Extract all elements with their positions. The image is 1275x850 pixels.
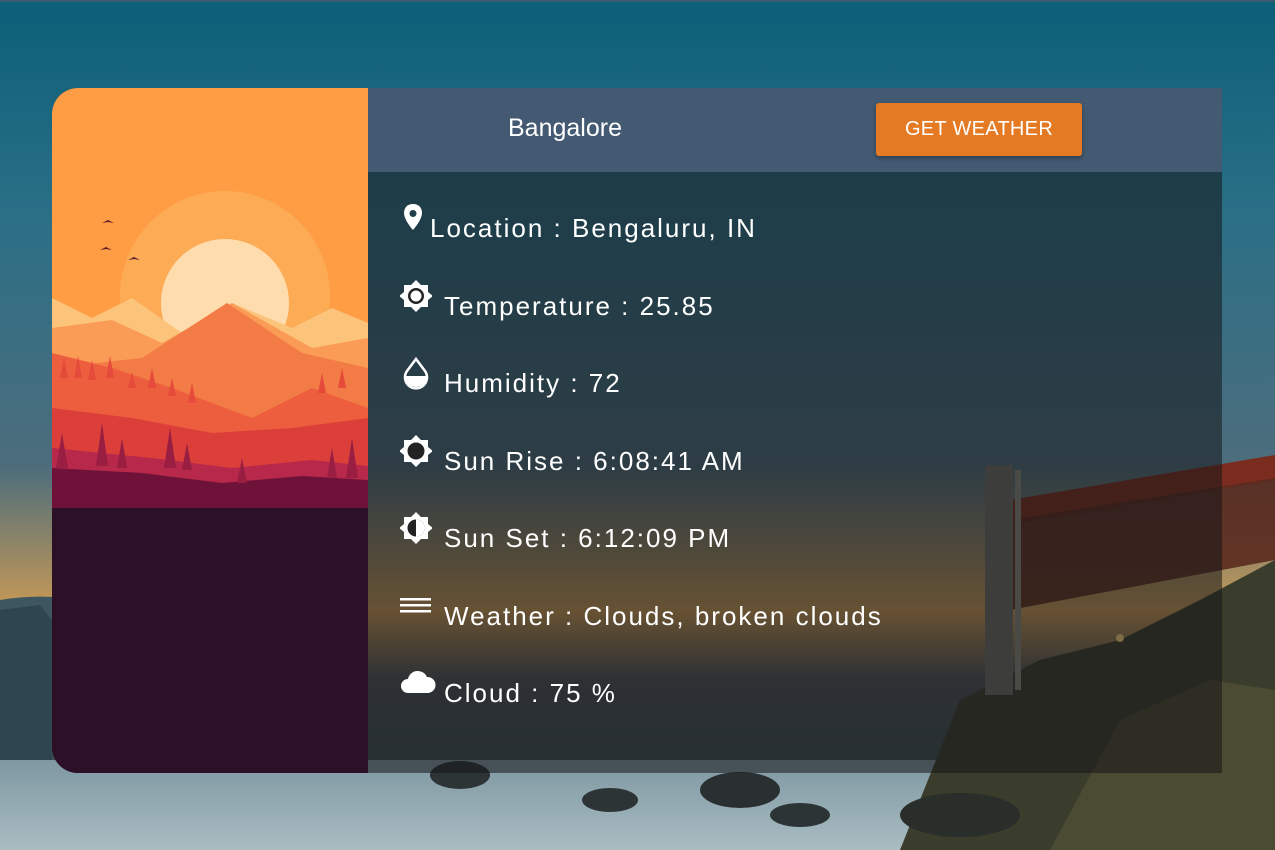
location-text: Location : Bengaluru, IN xyxy=(430,212,757,243)
weather-text: Weather : Clouds, broken clouds xyxy=(444,600,883,631)
weather-panel: GET WEATHER Location : Bengaluru, IN Tem… xyxy=(368,88,1222,773)
info-row-sunrise: Sun Rise : 6:08:41 AM xyxy=(400,435,745,481)
illustration-panel xyxy=(52,88,368,773)
top-border xyxy=(0,0,1275,2)
get-weather-button[interactable]: GET WEATHER xyxy=(876,103,1082,156)
humidity-text: Humidity : 72 xyxy=(444,367,622,398)
menu-lines-icon xyxy=(400,598,432,632)
sunrise-icon xyxy=(400,435,432,477)
search-header: GET WEATHER xyxy=(368,88,1222,172)
cloud-icon xyxy=(400,670,436,709)
mountain-sunset-illustration xyxy=(52,88,368,773)
info-row-humidity: Humidity : 72 xyxy=(400,356,622,403)
map-pin-icon xyxy=(400,204,426,244)
sunrise-text: Sun Rise : 6:08:41 AM xyxy=(444,445,745,476)
weather-card: GET WEATHER Location : Bengaluru, IN Tem… xyxy=(52,88,1222,773)
sunset-text: Sun Set : 6:12:09 PM xyxy=(444,522,732,553)
info-row-location: Location : Bengaluru, IN xyxy=(400,204,757,248)
info-row-sunset: Sun Set : 6:12:09 PM xyxy=(400,512,732,558)
water-drop-icon xyxy=(400,356,432,399)
info-row-weather: Weather : Clouds, broken clouds xyxy=(400,596,883,636)
cloud-text: Cloud : 75 % xyxy=(444,677,617,708)
sun-icon xyxy=(400,280,432,322)
sunset-icon xyxy=(400,512,432,554)
temperature-text: Temperature : 25.85 xyxy=(444,290,715,321)
weather-info: Location : Bengaluru, IN Temperature : 2… xyxy=(368,172,1222,773)
info-row-temperature: Temperature : 25.85 xyxy=(400,280,715,326)
info-row-cloud: Cloud : 75 % xyxy=(400,670,617,713)
city-input[interactable] xyxy=(478,106,738,150)
